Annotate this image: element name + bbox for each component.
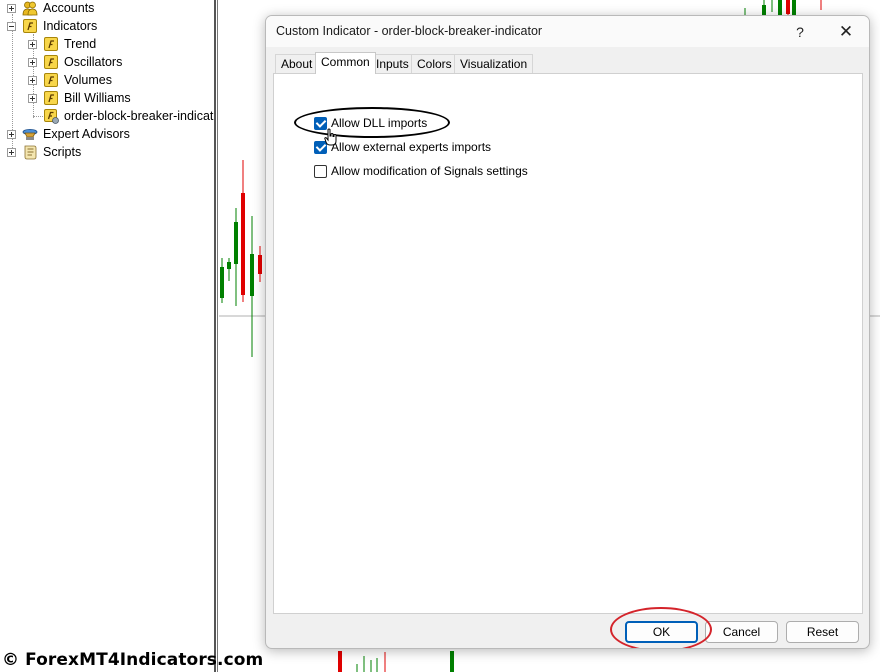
tree-item-label: Scripts [43,145,82,159]
tab-visualization[interactable]: Visualization [454,54,534,73]
candle [227,262,231,269]
tree-item-volumes[interactable]: Volumes [28,71,112,89]
scripts-icon [24,145,37,160]
close-button[interactable]: ✕ [826,18,866,46]
custom-indicator-dialog: Custom Indicator - order-block-breaker-i… [265,15,870,649]
tab-common[interactable]: Common [315,52,376,74]
navigator-panel: Accounts Indicators Trend Oscillators Vo [0,0,214,672]
tab-colors[interactable]: Colors [411,54,458,73]
candle [338,651,342,672]
dialog-titlebar[interactable]: Custom Indicator - order-block-breaker-i… [266,16,869,47]
expand-icon[interactable] [28,93,37,103]
reset-button[interactable]: Reset [786,621,859,643]
tree-item-expert-advisors[interactable]: Expert Advisors [7,125,130,143]
tree-item-label: Accounts [43,1,95,15]
help-button[interactable]: ? [782,18,818,46]
tree-item-indicators[interactable]: Indicators [7,17,97,35]
indicator-folder-icon [44,37,58,51]
allow-signals-modification-label: Allow modification of Signals settings [331,164,528,178]
expand-icon[interactable] [28,75,37,85]
expand-icon[interactable] [7,3,16,13]
tree-item-trend[interactable]: Trend [28,35,96,53]
allow-external-experts-imports-label: Allow external experts imports [331,140,492,154]
tree-item-scripts[interactable]: Scripts [7,143,81,161]
expand-icon[interactable] [28,57,37,67]
close-icon: ✕ [838,22,854,41]
tree-item-label: Bill Williams [64,91,131,105]
expand-icon[interactable] [7,147,16,157]
tree-item-label: Expert Advisors [43,127,130,141]
tree-item-label: Oscillators [64,55,123,69]
expand-icon[interactable] [7,129,16,139]
tab-inputs[interactable]: Inputs [370,54,415,73]
tree-item-label: Trend [64,37,97,51]
allow-signals-modification-checkbox[interactable] [314,164,327,178]
indicator-folder-icon [44,73,58,87]
expert-advisors-icon [22,129,38,140]
candle [258,255,262,274]
candle [220,267,224,298]
tree-item-bill-williams[interactable]: Bill Williams [28,89,131,107]
expand-icon[interactable] [28,39,37,49]
collapse-icon[interactable] [7,21,16,31]
cancel-button[interactable]: Cancel [705,621,778,643]
candle [450,651,454,672]
dialog-title: Custom Indicator - order-block-breaker-i… [276,24,543,38]
accounts-icon [22,1,38,16]
indicator-folder-icon [44,55,58,69]
candle [786,0,790,14]
indicator-folder-icon [44,91,58,105]
allow-signals-modification-option[interactable]: Allow modification of Signals settings [314,163,528,179]
watermark: © ForexMT4Indicators.com [2,650,264,670]
tree-item-label: Volumes [64,73,112,87]
indicator-folder-icon [23,19,37,33]
panel-divider [217,0,218,672]
panel-splitter[interactable] [214,0,216,672]
tree-item-accounts[interactable]: Accounts [7,0,94,17]
ok-highlight-annotation [610,607,712,648]
candles-bottom [338,651,454,672]
tab-about[interactable]: About [275,54,319,73]
candle [234,222,238,264]
candle [250,254,254,296]
candles-left [220,160,262,357]
highlight-annotation [294,107,450,138]
tree-item-oscillators[interactable]: Oscillators [28,53,122,71]
tree-item-label: order-block-breaker-indicat [64,109,214,123]
tree-item-label: Indicators [43,19,98,33]
custom-indicator-icon [44,109,59,124]
allow-external-experts-imports-option[interactable]: Allow external experts imports [314,139,491,155]
hand-cursor-icon [324,128,337,146]
tree-item-order-block-breaker-indicator[interactable]: order-block-breaker-indicat [37,107,213,125]
candle [241,193,245,295]
candle [792,0,796,16]
